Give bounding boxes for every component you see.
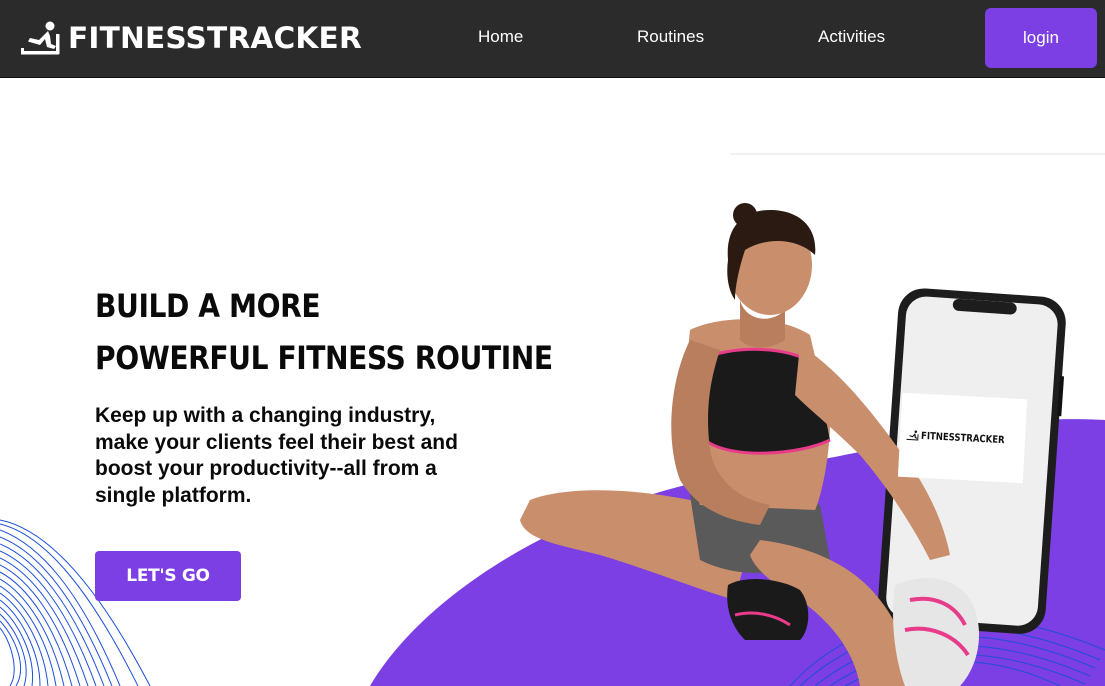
nav-home-link[interactable]: Home (478, 27, 523, 47)
hero-subtitle: Keep up with a changing industry, make y… (95, 404, 458, 507)
lets-go-button[interactable]: LET'S GO (95, 551, 241, 601)
phone-logo: FITNESSTRACKER (906, 429, 1020, 447)
left-wave-lines (0, 519, 151, 686)
treadmill-runner-icon (906, 430, 919, 441)
phone-screen-logo: FITNESSTRACKER (897, 392, 1028, 484)
top-navbar: FITNESSTRACKER Home Routines Activities … (0, 0, 1105, 78)
brand-logo[interactable]: FITNESSTRACKER (20, 18, 362, 58)
page: FITNESSTRACKER FITNESSTRACKER Home Routi… (0, 0, 1105, 686)
hero-title: BUILD A MORE POWERFUL FITNESS ROUTINE (95, 280, 553, 384)
nav-routines-link[interactable]: Routines (637, 27, 704, 47)
phone-screen-brand: FITNESSTRACKER (920, 430, 1005, 446)
brand-name: FITNESSTRACKER (68, 21, 362, 55)
nav-activities-link[interactable]: Activities (818, 27, 885, 47)
right-wave-lines (789, 616, 1105, 686)
hero-title-line-1: BUILD A MORE (95, 287, 321, 325)
treadmill-runner-icon (21, 21, 60, 55)
hero-title-line-2: POWERFUL FITNESS ROUTINE (95, 339, 553, 377)
login-button[interactable]: login (985, 8, 1097, 68)
